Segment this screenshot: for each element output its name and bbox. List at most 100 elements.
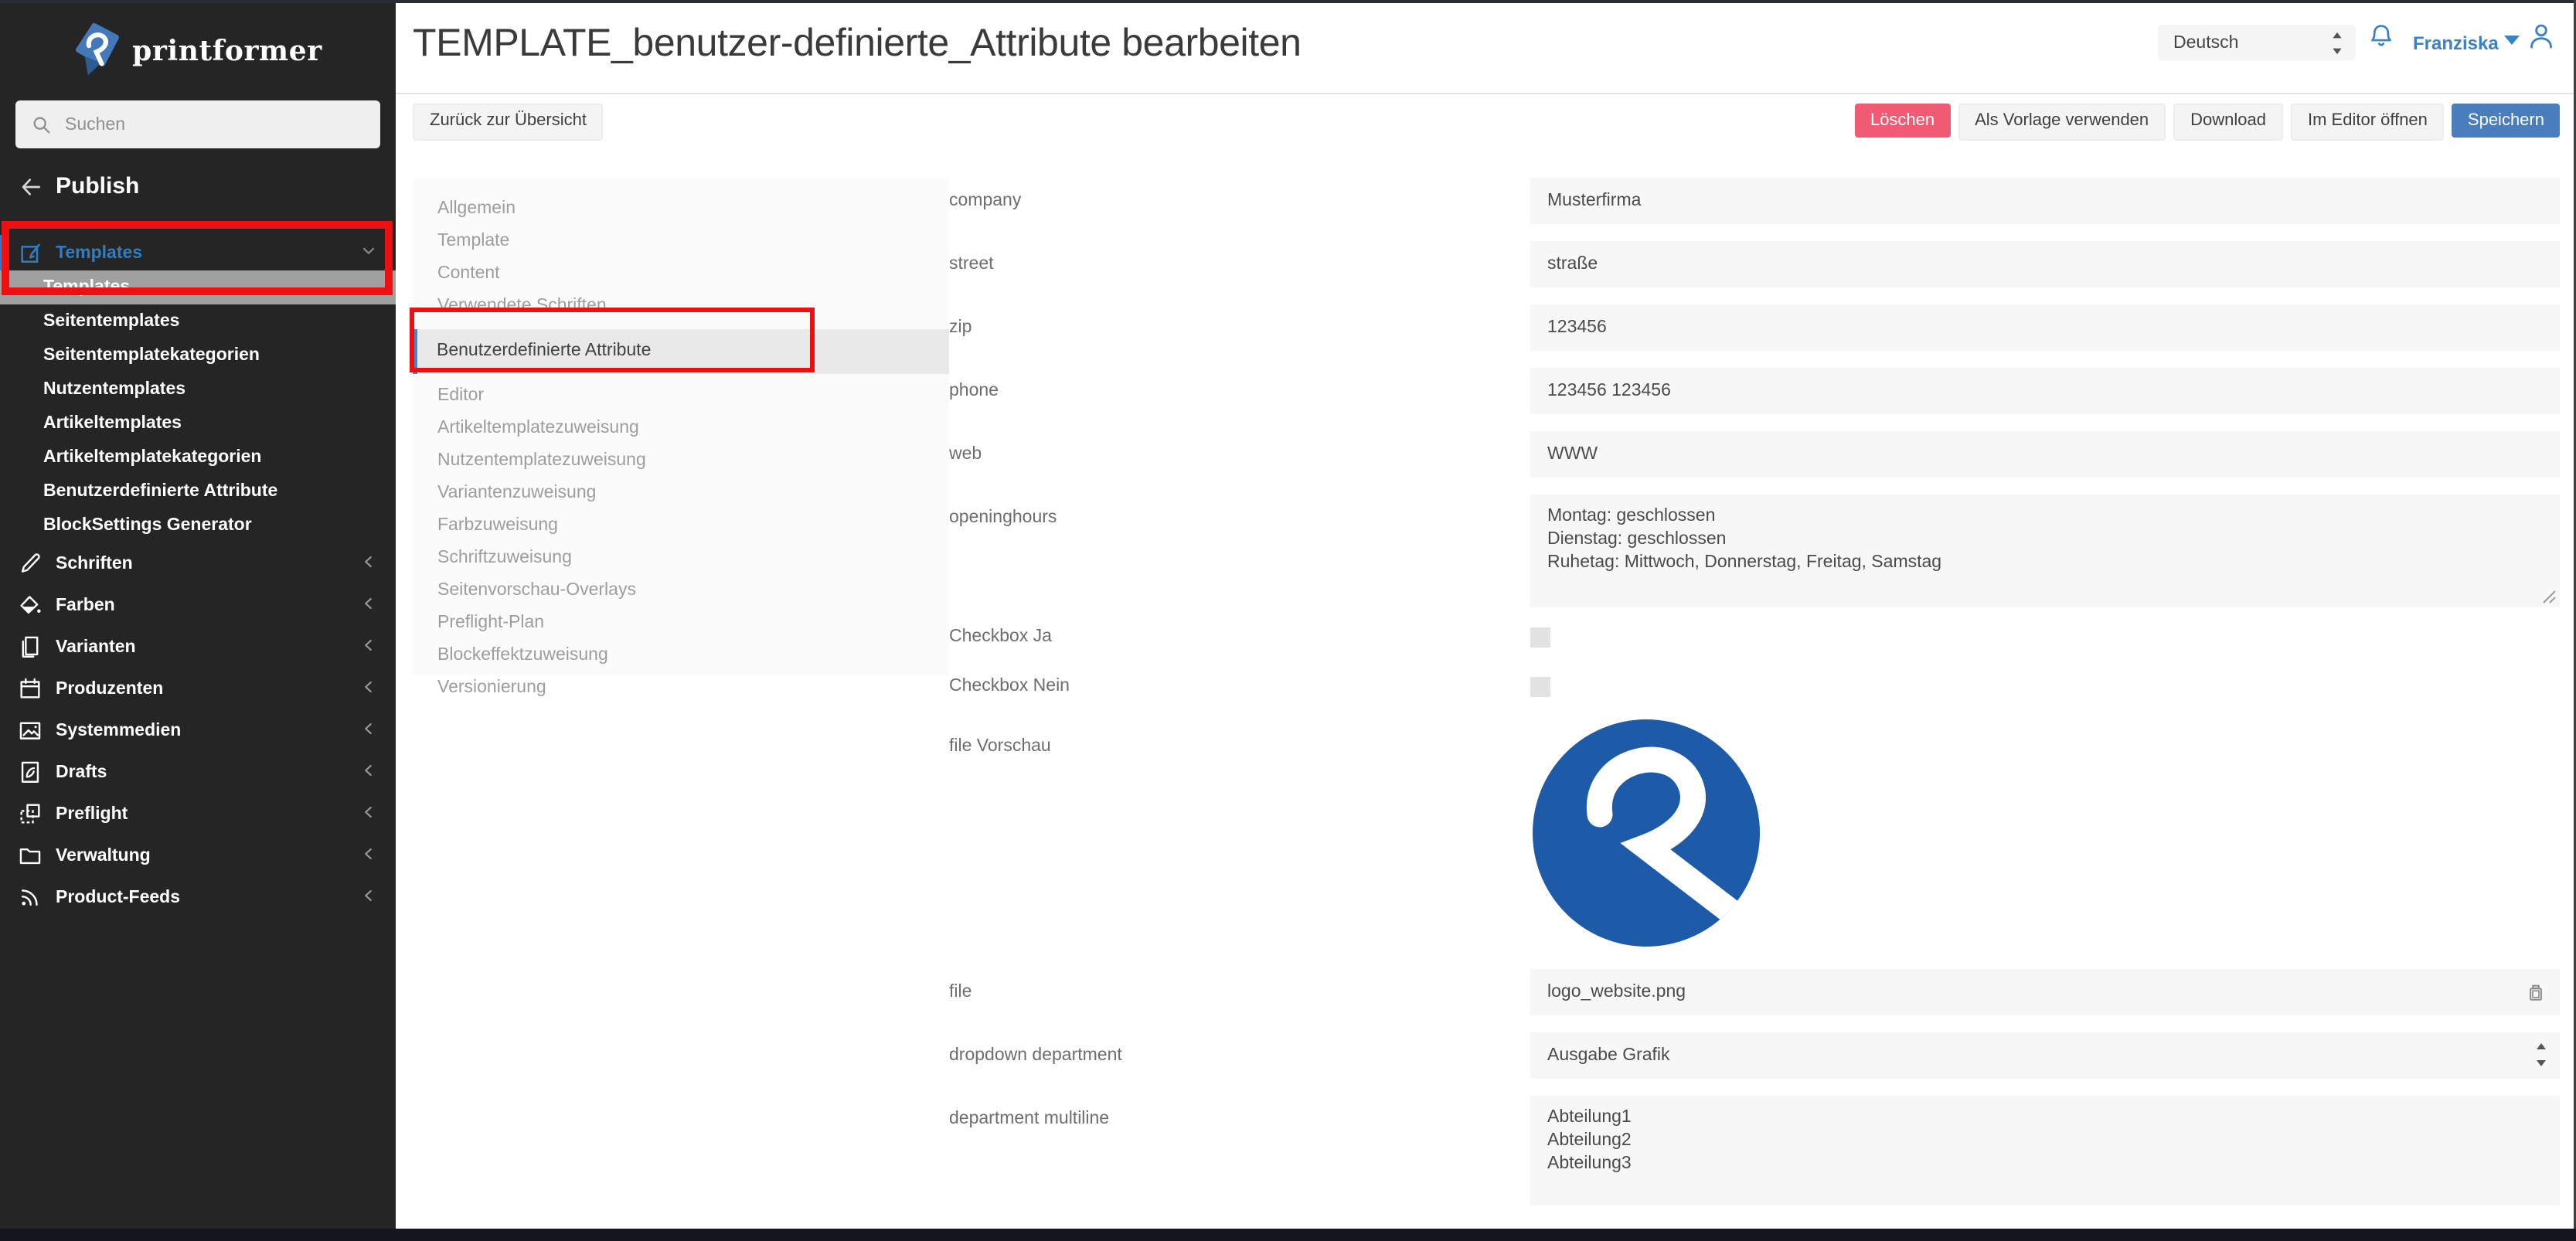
sidebar-item-seitentemplates[interactable]: Seitentemplates <box>0 304 396 338</box>
language-select-value: Deutsch <box>2173 33 2238 52</box>
rss-icon <box>17 884 43 910</box>
field-select-dropdown-department[interactable]: Ausgabe Grafik <box>1530 1032 2560 1079</box>
field-value-company: Musterfirma <box>1530 178 2560 224</box>
chevron-left-icon[interactable] <box>359 635 379 655</box>
field-label-file-vorschau: file Vorschau <box>949 723 1530 946</box>
field-value-web: WWW <box>1530 431 2560 478</box>
sidebar-item-templates[interactable]: Templates <box>0 270 396 304</box>
subnav-item-variantenzuweisung[interactable]: Variantenzuweisung <box>413 478 949 510</box>
subnav-item-artikeltemplatezuweisung[interactable]: Artikeltemplatezuweisung <box>413 413 949 445</box>
field-checkbox-checkbox-ja[interactable] <box>1530 627 1550 648</box>
paint-bucket-icon <box>17 592 43 618</box>
im-editor-ffnen-button[interactable]: Im Editor öffnen <box>2291 104 2445 141</box>
subnav-item-verwendete-schriften[interactable]: Verwendete Schriften <box>413 291 949 323</box>
language-select[interactable]: Deutsch <box>2158 25 2356 60</box>
sidebar-group-produzenten[interactable]: Produzenten <box>0 668 396 709</box>
subnav-item-blockeffektzuweisung[interactable]: Blockeffektzuweisung <box>413 640 949 672</box>
app-logo[interactable]: printformer <box>0 0 396 85</box>
sidebar-group-preflight[interactable]: Preflight <box>0 793 396 835</box>
chevron-down-icon[interactable] <box>359 241 379 261</box>
field-value-checkbox-ja <box>1530 624 2560 661</box>
sidebar-item-blocksettings-generator[interactable]: BlockSettings Generator <box>0 508 396 542</box>
subnav-item-schriftzuweisung[interactable]: Schriftzuweisung <box>413 542 949 575</box>
sidebar-group-schriften[interactable]: Schriften <box>0 542 396 584</box>
field-file-file[interactable]: logo_website.png <box>1530 969 2560 1015</box>
field-input-company[interactable]: Musterfirma <box>1530 178 2560 224</box>
toolbar-actions: LöschenAls Vorlage verwendenDownloadIm E… <box>1855 104 2560 141</box>
chevron-left-icon[interactable] <box>359 760 379 780</box>
select-stepper-icon <box>2331 30 2343 55</box>
field-input-street[interactable]: straße <box>1530 241 2560 287</box>
field-checkbox-checkbox-nein[interactable] <box>1530 677 1550 697</box>
als-vorlage-verwenden-button[interactable]: Als Vorlage verwenden <box>1958 104 2166 141</box>
sidebar-group-farben[interactable]: Farben <box>0 584 396 626</box>
sidebar-group-templates[interactable]: Templates <box>0 235 396 270</box>
sidebar-group-varianten[interactable]: Varianten <box>0 626 396 668</box>
window-top-edge <box>0 0 2576 3</box>
sidebar-item-artikeltemplates[interactable]: Artikeltemplates <box>0 406 396 440</box>
speichern-button[interactable]: Speichern <box>2452 104 2560 138</box>
field-value-openinghours: Montag: geschlossen Dienstag: geschlosse… <box>1530 495 2560 607</box>
sidebar-group-label: Product-Feeds <box>56 888 180 906</box>
field-row-dropdown-department: dropdown departmentAusgabe Grafik <box>949 1032 2560 1079</box>
pages-icon <box>17 634 43 660</box>
subnav-item-allgemein[interactable]: Allgemein <box>413 193 949 226</box>
field-row-file: filelogo_website.png <box>949 969 2560 1015</box>
field-row-web: webWWW <box>949 431 2560 478</box>
field-label-checkbox-ja: Checkbox Ja <box>949 624 1530 661</box>
user-menu-caret-icon[interactable] <box>2504 36 2520 45</box>
sidebar-group-drafts[interactable]: Drafts <box>0 751 396 793</box>
chevron-left-icon[interactable] <box>359 719 379 739</box>
subnav-item-benutzerdefinierte-attribute[interactable]: Benutzerdefinierte Attribute <box>413 329 949 374</box>
field-input-phone[interactable]: 123456 123456 <box>1530 368 2560 414</box>
field-textarea-department-multiline[interactable]: Abteilung1 Abteilung2 Abteilung3 <box>1530 1096 2560 1205</box>
l-schen-button[interactable]: Löschen <box>1855 104 1950 138</box>
template-subnav: AllgemeinTemplateContentVerwendete Schri… <box>413 178 949 675</box>
download-button[interactable]: Download <box>2173 104 2283 141</box>
subnav-item-preflight-plan[interactable]: Preflight-Plan <box>413 607 949 640</box>
subnav-item-farbzuweisung[interactable]: Farbzuweisung <box>413 510 949 542</box>
subnav-item-nutzentemplatezuweisung[interactable]: Nutzentemplatezuweisung <box>413 445 949 478</box>
field-input-web[interactable]: WWW <box>1530 431 2560 478</box>
sidebar-back-publish[interactable]: Publish <box>19 173 377 199</box>
field-textarea-openinghours[interactable]: Montag: geschlossen Dienstag: geschlosse… <box>1530 495 2560 607</box>
printformer-logo-icon <box>73 23 120 79</box>
field-value-dropdown-department: Ausgabe Grafik <box>1530 1032 2560 1079</box>
sidebar-group-systemmedien[interactable]: Systemmedien <box>0 709 396 751</box>
resize-handle-icon[interactable] <box>2541 589 2557 604</box>
chevron-left-icon[interactable] <box>359 593 379 614</box>
sidebar-item-benutzerdefinierte-attribute[interactable]: Benutzerdefinierte Attribute <box>0 474 396 508</box>
chevron-left-icon[interactable] <box>359 552 379 572</box>
sidebar-group-label: Varianten <box>56 638 136 656</box>
subnav-item-versionierung[interactable]: Versionierung <box>413 672 949 705</box>
back-to-overview-button[interactable]: Zurück zur Übersicht <box>413 104 604 141</box>
field-input-zip[interactable]: 123456 <box>1530 304 2560 351</box>
layers-icon <box>17 801 43 827</box>
field-label-street: street <box>949 241 1530 287</box>
user-avatar-icon[interactable] <box>2526 20 2557 54</box>
field-value-department-multiline: Abteilung1 Abteilung2 Abteilung3 <box>1530 1096 2560 1205</box>
field-label-zip: zip <box>949 304 1530 351</box>
chevron-left-icon[interactable] <box>359 677 379 697</box>
chevron-left-icon[interactable] <box>359 844 379 864</box>
user-name[interactable]: Franziska <box>2413 32 2499 54</box>
subnav-item-template[interactable]: Template <box>413 226 949 258</box>
search-icon <box>31 114 53 135</box>
chevron-left-icon[interactable] <box>359 886 379 906</box>
trash-icon[interactable] <box>2524 981 2547 1005</box>
subnav-item-content[interactable]: Content <box>413 258 949 291</box>
sidebar-item-nutzentemplates[interactable]: Nutzentemplates <box>0 372 396 406</box>
sidebar-group-verwaltung[interactable]: Verwaltung <box>0 835 396 876</box>
notifications-bell-icon[interactable] <box>2367 22 2396 54</box>
sidebar-search-input[interactable]: Suchen <box>15 100 380 148</box>
window-bottom-bar[interactable] <box>0 1229 2576 1241</box>
sidebar: printformer Suchen Publish TemplatesTemp… <box>0 0 396 1241</box>
subnav-item-editor[interactable]: Editor <box>413 380 949 413</box>
pdf-icon <box>17 759 43 785</box>
sidebar-item-artikeltemplatekategorien[interactable]: Artikeltemplatekategorien <box>0 440 396 474</box>
sidebar-group-product-feeds[interactable]: Product-Feeds <box>0 876 396 918</box>
chevron-left-icon[interactable] <box>359 802 379 822</box>
attributes-form: companyMusterfirmastreetstraßezip123456p… <box>949 178 2560 1222</box>
subnav-item-seitenvorschau-overlays[interactable]: Seitenvorschau-Overlays <box>413 575 949 607</box>
sidebar-item-seitentemplatekategorien[interactable]: Seitentemplatekategorien <box>0 338 396 372</box>
